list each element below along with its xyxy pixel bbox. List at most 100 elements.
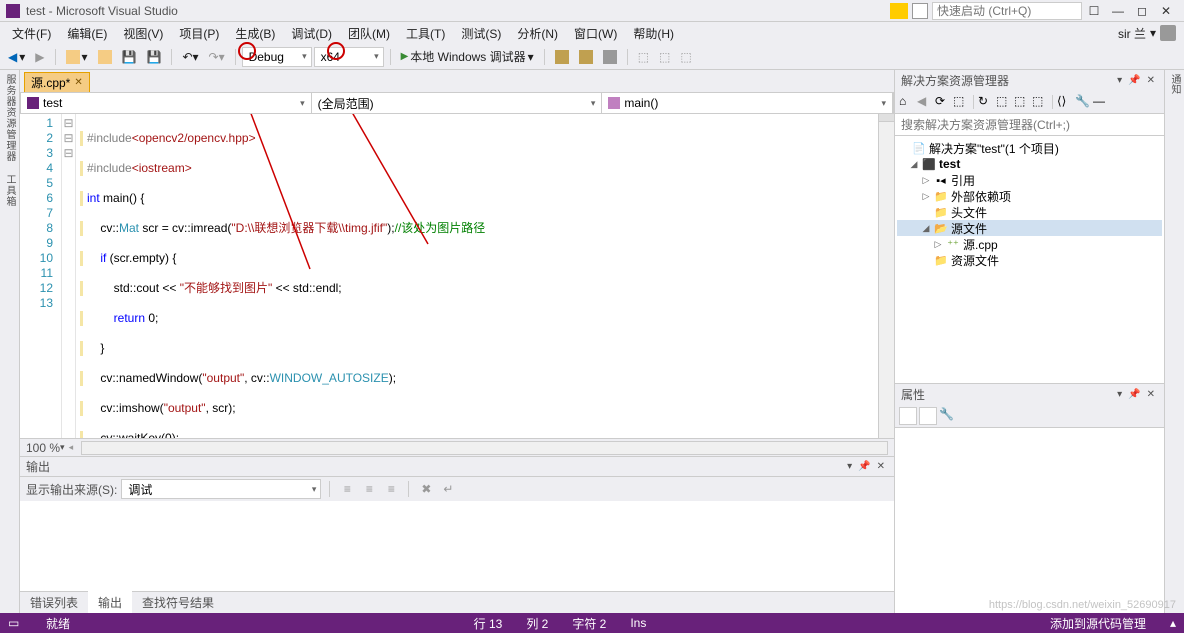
menu-file[interactable]: 文件(F) xyxy=(4,23,59,44)
output-tool-1[interactable]: ≡ xyxy=(338,480,356,498)
props-close-icon[interactable]: ✕ xyxy=(1144,389,1158,400)
output-body[interactable] xyxy=(20,501,894,591)
sx-tool-5[interactable]: — xyxy=(1093,94,1109,110)
menu-team[interactable]: 团队(M) xyxy=(340,23,398,44)
nav-forward-button[interactable]: ▶ xyxy=(31,48,48,66)
props-alpha-icon[interactable] xyxy=(919,407,937,425)
editor-tab-source[interactable]: 源.cpp* ✕ xyxy=(24,72,90,92)
code-editor[interactable]: 12345678910111213 ⊟⊟⊟ #include<opencv2/o… xyxy=(20,114,894,438)
output-close-icon[interactable]: ✕ xyxy=(874,461,888,472)
sx-tool-4[interactable]: ⬚ xyxy=(1032,94,1048,110)
menu-test[interactable]: 测试(S) xyxy=(453,23,509,44)
sx-references-node[interactable]: ▷▪◂引用 xyxy=(897,172,1162,188)
split-indicator[interactable]: ◂ xyxy=(69,442,74,453)
redo-button[interactable]: ↷▾ xyxy=(205,48,229,66)
fold-gutter[interactable]: ⊟⊟⊟ xyxy=(62,114,76,438)
output-source-combo[interactable]: 调试 xyxy=(121,479,321,499)
menu-debug[interactable]: 调试(D) xyxy=(283,23,340,44)
sx-dropdown-icon[interactable]: ▾ xyxy=(1114,75,1125,86)
feedback-flag-icon[interactable] xyxy=(912,3,928,19)
save-button[interactable]: 💾 xyxy=(118,48,141,66)
feedback-icon[interactable]: ☐ xyxy=(1082,2,1106,20)
menu-window[interactable]: 窗口(W) xyxy=(566,23,625,44)
open-file-button[interactable] xyxy=(94,48,116,66)
tool-button-5[interactable]: ⬚ xyxy=(655,48,674,66)
sx-back-icon[interactable]: ◀ xyxy=(917,94,933,110)
status-vcs[interactable]: 添加到源代码管理 xyxy=(1050,615,1146,632)
right-tool-strip[interactable]: 通知 xyxy=(1164,70,1184,613)
properties-body[interactable] xyxy=(895,428,1164,613)
status-vcs-icon[interactable]: ▴ xyxy=(1170,616,1176,630)
left-tool-strip[interactable]: 服务器资源管理器 工具箱 xyxy=(0,70,20,613)
props-dropdown-icon[interactable]: ▾ xyxy=(1114,389,1125,400)
new-project-button[interactable]: ▾ xyxy=(62,48,92,66)
sx-refresh-icon[interactable]: ↻ xyxy=(978,94,994,110)
close-button[interactable]: ✕ xyxy=(1154,2,1178,20)
bottom-tab-output[interactable]: 输出 xyxy=(88,591,132,614)
start-debug-button[interactable]: ▶ 本地 Windows 调试器 ▾ xyxy=(397,46,538,67)
tab-close-icon[interactable]: ✕ xyxy=(74,77,82,88)
undo-button[interactable]: ↶▾ xyxy=(178,48,202,66)
sx-solution-node[interactable]: 📄解决方案"test"(1 个项目) xyxy=(897,140,1162,156)
sx-headers-node[interactable]: 📁头文件 xyxy=(897,204,1162,220)
output-tool-3[interactable]: ≡ xyxy=(382,480,400,498)
output-tool-2[interactable]: ≡ xyxy=(360,480,378,498)
nav-back-button[interactable]: ◀▾ xyxy=(4,48,29,66)
save-all-button[interactable]: 💾 xyxy=(142,48,165,66)
nav-project-dd[interactable]: test xyxy=(21,93,312,113)
sx-project-node[interactable]: ◢⬛test xyxy=(897,156,1162,172)
editor-hscrollbar[interactable] xyxy=(81,441,888,455)
zoom-level[interactable]: 100 % xyxy=(26,441,60,455)
user-avatar-icon[interactable] xyxy=(1160,25,1176,41)
sx-tree[interactable]: 📄解决方案"test"(1 个项目) ◢⬛test ▷▪◂引用 ▷📁外部依赖项 … xyxy=(895,136,1164,383)
tool-button-1[interactable] xyxy=(551,48,573,66)
props-categorize-icon[interactable] xyxy=(899,407,917,425)
sx-file-source[interactable]: ▷⁺⁺源.cpp xyxy=(897,236,1162,252)
maximize-button[interactable]: ◻ xyxy=(1130,2,1154,20)
platform-combo[interactable]: x64 xyxy=(314,47,384,67)
properties-panel: 属性 ▾ 📌 ✕ 🔧 xyxy=(895,383,1164,613)
props-pin-icon[interactable]: 📌 xyxy=(1125,389,1143,400)
menu-build[interactable]: 生成(B) xyxy=(227,23,283,44)
tool-button-3[interactable] xyxy=(599,48,621,66)
sx-search-input[interactable] xyxy=(895,114,1164,135)
output-clear-icon[interactable]: ✖ xyxy=(417,480,435,498)
code-area[interactable]: #include<opencv2/opencv.hpp> #include<io… xyxy=(76,114,878,438)
tool-button-2[interactable] xyxy=(575,48,597,66)
sx-resources-node[interactable]: 📁资源文件 xyxy=(897,252,1162,268)
menu-view[interactable]: 视图(V) xyxy=(115,23,171,44)
user-label[interactable]: sir 兰 xyxy=(1118,25,1146,42)
notification-icon[interactable] xyxy=(890,3,908,19)
output-wrap-icon[interactable]: ↵ xyxy=(439,480,457,498)
quick-launch-input[interactable] xyxy=(932,2,1082,20)
menu-tools[interactable]: 工具(T) xyxy=(398,23,453,44)
editor-vscrollbar[interactable] xyxy=(878,114,894,438)
tool-button-4[interactable]: ⬚ xyxy=(634,48,653,66)
minimize-button[interactable]: — xyxy=(1106,2,1130,20)
menu-help[interactable]: 帮助(H) xyxy=(625,23,682,44)
sx-wrench-icon[interactable]: 🔧 xyxy=(1075,94,1091,110)
nav-scope-dd[interactable]: (全局范围) xyxy=(312,93,603,113)
output-dropdown-icon[interactable]: ▾ xyxy=(844,461,855,472)
menu-edit[interactable]: 编辑(E) xyxy=(59,23,115,44)
props-wrench-icon[interactable]: 🔧 xyxy=(939,407,957,425)
tool-button-6[interactable]: ⬚ xyxy=(676,48,695,66)
user-dropdown-icon[interactable]: ▾ xyxy=(1150,26,1156,40)
sx-sync-icon[interactable]: ⟳ xyxy=(935,94,951,110)
sx-external-node[interactable]: ▷📁外部依赖项 xyxy=(897,188,1162,204)
sx-sources-node[interactable]: ◢📂源文件 xyxy=(897,220,1162,236)
sx-home-icon[interactable]: ⌂ xyxy=(899,94,915,110)
sx-tool-3[interactable]: ⬚ xyxy=(1014,94,1030,110)
nav-symbol-dd[interactable]: main() xyxy=(602,93,893,113)
sx-close-icon[interactable]: ✕ xyxy=(1144,75,1158,86)
sx-tool-2[interactable]: ⬚ xyxy=(996,94,1012,110)
sx-tool-1[interactable]: ⬚ xyxy=(953,94,969,110)
config-combo[interactable]: Debug xyxy=(242,47,312,67)
sx-pin-icon[interactable]: 📌 xyxy=(1125,75,1143,86)
menu-analyze[interactable]: 分析(N) xyxy=(509,23,566,44)
bottom-tab-findsymbol[interactable]: 查找符号结果 xyxy=(132,591,224,614)
sx-props-icon[interactable]: ⟨⟩ xyxy=(1057,94,1073,110)
bottom-tab-errors[interactable]: 错误列表 xyxy=(20,591,88,614)
output-pin-icon[interactable]: 📌 xyxy=(855,461,873,472)
menu-project[interactable]: 项目(P) xyxy=(171,23,227,44)
